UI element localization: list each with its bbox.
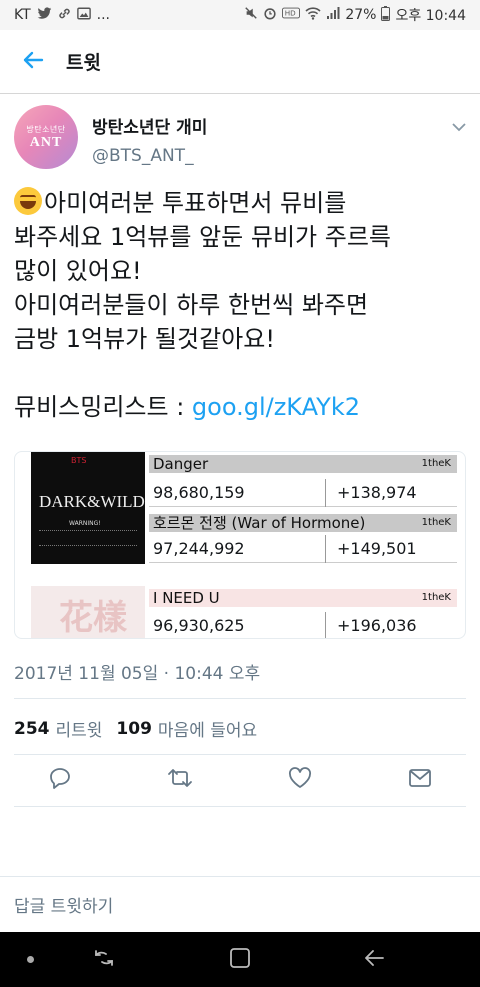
recent-apps-icon (93, 948, 115, 972)
wifi-icon (305, 6, 321, 24)
video-title: I NEED U (153, 589, 220, 607)
gallery-icon (76, 7, 91, 24)
nav-back-arrow-icon (363, 948, 385, 972)
more-notifications: ... (96, 7, 111, 23)
view-delta: +149,501 (337, 539, 417, 558)
tweet-line: 뮤비스밍리스트 : (14, 393, 192, 421)
tweet-line: 봐주세요 1억뷰를 앞둔 뮤비가 주르륵 (14, 223, 391, 251)
tweet-media-image[interactable]: BTS DARK&WILD WARNING! 花樣 Danger 1theK 9… (14, 451, 466, 639)
reply-input[interactable]: 답글 트윗하기 (0, 876, 480, 932)
view-count: 96,930,625 (153, 616, 245, 635)
album-decoration (39, 530, 137, 546)
avatar-text-top: 방탄소년단 (26, 124, 66, 134)
hd-icon: HD (282, 7, 301, 23)
mail-icon (408, 768, 432, 792)
reply-icon (48, 766, 72, 794)
divider (14, 698, 466, 699)
avatar[interactable]: 방탄소년단 ANT (14, 105, 78, 169)
retweet-button[interactable] (166, 766, 194, 794)
video-title: Danger (153, 455, 209, 473)
video-title-row: Danger 1theK (149, 455, 457, 473)
album-cover-dark-and-wild: BTS DARK&WILD WARNING! (31, 452, 145, 564)
author-info[interactable]: 방탄소년단 개미 @BTS_ANT_ (92, 105, 207, 175)
recent-apps-button[interactable] (90, 946, 118, 974)
like-button[interactable] (286, 766, 314, 794)
tweet-line: 아미여러분들이 하루 한번씩 봐주면 (14, 291, 369, 319)
divider (325, 479, 326, 507)
video-title: 호르몬 전쟁 (War of Hormone) (153, 514, 366, 532)
battery-percent: 27% (345, 7, 377, 23)
view-delta: +196,036 (337, 616, 417, 635)
share-button[interactable] (406, 766, 434, 794)
tweet-author-row: 방탄소년단 ANT 방탄소년단 개미 @BTS_ANT_ (14, 105, 466, 175)
alarm-icon (263, 6, 277, 24)
avatar-text-main: ANT (29, 134, 63, 150)
svg-text:HD: HD (285, 9, 296, 18)
tweet-text: 아미여러분 투표하면서 뮤비를 봐주세요 1억뷰를 앞둔 뮤비가 주르륵 많이 … (14, 186, 470, 424)
view-count: 98,680,159 (153, 483, 245, 502)
link-icon (58, 7, 71, 24)
tweet-line: 아미여러분 투표하면서 뮤비를 (44, 189, 347, 217)
album-title: DARK&WILD (39, 492, 145, 511)
nav-dot-icon (27, 956, 34, 963)
video-stats-row: 98,680,159 +138,974 (149, 479, 457, 507)
album-cover-hwayangyeonhwa: 花樣 (31, 586, 145, 638)
album-art-text: 花樣 (59, 598, 127, 638)
tweet-menu-button[interactable] (452, 117, 466, 136)
clock: 오후 10:44 (395, 8, 466, 24)
system-nav-bar (0, 932, 480, 987)
view-delta: +138,974 (337, 483, 417, 502)
laughing-emoji-icon (14, 187, 42, 215)
display-name[interactable]: 방탄소년단 개미 (92, 113, 207, 138)
chevron-down-icon (452, 117, 466, 136)
tweet-line: 많이 있어요! (14, 257, 142, 285)
retweet-count[interactable]: 254 리트윗 (14, 716, 103, 742)
album-warning: WARNING! (69, 520, 101, 527)
nav-back-button[interactable] (360, 946, 388, 974)
battery-icon (381, 5, 391, 25)
user-handle[interactable]: @BTS_ANT_ (92, 146, 207, 166)
retweet-icon (167, 767, 193, 793)
reply-placeholder: 답글 트윗하기 (14, 897, 114, 917)
divider (14, 806, 466, 807)
signal-icon (326, 6, 340, 24)
video-title-row: I NEED U 1theK (149, 589, 457, 607)
retweet-number: 254 (14, 718, 50, 739)
home-square-icon (229, 947, 251, 973)
video-source: 1theK (421, 517, 451, 528)
video-source: 1theK (421, 592, 451, 603)
divider (325, 612, 326, 638)
divider (325, 535, 326, 563)
mute-icon (244, 6, 258, 24)
tweet-stats: 254 리트윗 109 마음에 들어요 (14, 716, 271, 742)
tweet-link[interactable]: goo.gl/zKAYk2 (192, 393, 360, 421)
video-source: 1theK (421, 458, 451, 469)
app-header: 트윗 (0, 30, 480, 94)
home-button[interactable] (226, 946, 254, 974)
view-count: 97,244,992 (153, 539, 245, 558)
carrier-label: KT (14, 7, 31, 23)
heart-icon (288, 767, 312, 793)
video-stats-row: 96,930,625 +196,036 (149, 612, 457, 638)
twitter-icon (37, 6, 52, 24)
reply-button[interactable] (46, 766, 74, 794)
tweet-line: 금방 1억뷰가 될것같아요! (14, 325, 275, 353)
tweet-actions (0, 756, 480, 804)
like-count[interactable]: 109 마음에 들어요 (116, 716, 258, 742)
video-stats-row: 97,244,992 +149,501 (149, 535, 457, 563)
arrow-left-icon (21, 48, 45, 76)
status-bar: KT ... HD 27% 오후 10:44 (0, 0, 480, 30)
page-title: 트윗 (66, 52, 101, 74)
like-number: 109 (116, 718, 152, 739)
tweet-timestamp: 2017년 11월 05일 · 10:44 오후 (14, 664, 261, 684)
video-title-row: 호르몬 전쟁 (War of Hormone) 1theK (149, 514, 457, 532)
retweet-label: 리트윗 (55, 721, 103, 741)
divider (14, 754, 466, 755)
back-button[interactable] (0, 30, 66, 94)
like-label: 마음에 들어요 (157, 721, 258, 741)
album-logo: BTS (71, 456, 87, 465)
